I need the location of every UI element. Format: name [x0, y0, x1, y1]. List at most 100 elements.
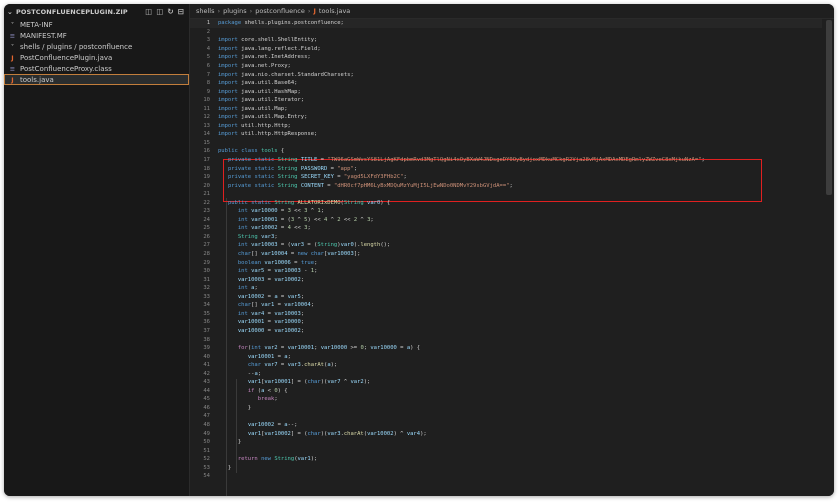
- line-number: 19: [203, 174, 210, 181]
- line-number: 9: [206, 88, 210, 95]
- tree-item[interactable]: ˅ shells / plugins / postconfluence: [4, 41, 189, 52]
- explorer-header[interactable]: ⌄ POSTCONFLUENCEPLUGIN.ZIP ◫ ◫ ↻ ⊟: [4, 4, 189, 19]
- line-number: 25: [203, 225, 210, 232]
- line-number: 13: [203, 122, 210, 129]
- line-number: 49: [203, 430, 210, 437]
- line-number: 15: [203, 139, 210, 146]
- code-text: int var10003 = (var3 = (String)var0).len…: [237, 242, 391, 249]
- code-line: 7 import java.nio.charset.StandardCharset…: [190, 70, 822, 79]
- breadcrumb-item-postconfluence[interactable]: postconfluence: [255, 7, 305, 15]
- code-text: var1[var10002] = (char)(var3.charAt(var1…: [247, 430, 427, 437]
- code-line: 43 var1[var10001] = (char)(var7 ^ var2);: [190, 378, 822, 387]
- tree-item-label: MANIFEST.MF: [20, 31, 67, 40]
- code-text: public static String ALLATORIxDEMO(Strin…: [227, 199, 391, 206]
- line-number: 10: [203, 97, 210, 104]
- line-number: 33: [203, 293, 210, 300]
- code-text: if (a < 0) {: [247, 387, 288, 394]
- code-line: 3 import core.shell.ShellEntity;: [190, 36, 822, 45]
- line-number: 34: [203, 302, 210, 309]
- code-line: 47: [190, 412, 822, 421]
- line-number: 23: [203, 208, 210, 215]
- code-editor[interactable]: 1 package shells.plugins.postconfluence; 2…: [190, 19, 822, 496]
- code-text: import core.shell.ShellEntity;: [218, 37, 318, 44]
- line-number: 11: [203, 105, 210, 112]
- line-number: 27: [203, 242, 210, 249]
- tree-item-label: META-INF: [20, 20, 53, 29]
- line-number: 21: [203, 191, 210, 198]
- code-text: private static String SECRET_KEY = "yagd…: [227, 174, 407, 181]
- chevron-right-icon: ›: [307, 7, 311, 15]
- manifest-file-icon: ≡: [9, 31, 16, 40]
- code-line: 53 }: [190, 463, 822, 472]
- code-text: String var3;: [237, 233, 278, 240]
- code-text: import java.util.Map;: [218, 105, 288, 112]
- code-text: for(int var2 = var10001; var10000 >= 0; …: [237, 345, 421, 352]
- code-text: int a;: [237, 285, 258, 292]
- line-number: 2: [206, 28, 210, 35]
- code-line: 35 int var4 = var10003;: [190, 310, 822, 319]
- breadcrumb-item-shells[interactable]: shells: [196, 7, 215, 15]
- code-line: 32 int a;: [190, 284, 822, 293]
- code-line: 27 int var10003 = (var3 = (String)var0).…: [190, 241, 822, 250]
- line-number: 32: [203, 285, 210, 292]
- code-text: import java.nio.charset.StandardCharsets…: [218, 71, 354, 78]
- code-text: }: [218, 464, 232, 471]
- line-number: 24: [203, 216, 210, 223]
- code-text: public class tools {: [218, 148, 285, 155]
- code-line: 39 for(int var2 = var10001; var10000 >= …: [190, 344, 822, 353]
- code-line: 44 if (a < 0) {: [190, 387, 822, 396]
- code-line: 30 int var5 = var10003 - 1;: [190, 267, 822, 276]
- breadcrumb-item-plugins[interactable]: plugins: [223, 7, 247, 15]
- code-line: 50 }: [190, 438, 822, 447]
- class-file-icon: ≡: [9, 64, 16, 73]
- line-number: 7: [206, 71, 210, 78]
- code-line: 26 String var3;: [190, 233, 822, 242]
- code-text: int var10002 = 4 << 3;: [237, 225, 311, 232]
- tree-item[interactable]: J PostConfluencePlugin.java: [4, 52, 189, 63]
- code-text: import java.util.Map.Entry;: [218, 114, 308, 121]
- code-line: 23 int var10000 = 3 << 3 ^ 1;: [190, 207, 822, 216]
- chevron-down-icon[interactable]: ⌄: [7, 8, 16, 16]
- code-text: import util.http.HttpResponse;: [218, 131, 318, 138]
- code-text: var10003 = var10002;: [237, 276, 305, 283]
- collapse-all-icon[interactable]: ⊟: [178, 7, 184, 16]
- line-number: 26: [203, 233, 210, 240]
- breadcrumb: shells › plugins › postconfluence › J to…: [190, 4, 834, 19]
- line-number: 12: [203, 114, 210, 121]
- code-line: 34 char[] var1 = var10004;: [190, 301, 822, 310]
- line-number: 53: [203, 464, 210, 471]
- code-line: 14 import util.http.HttpResponse;: [190, 130, 822, 139]
- new-folder-icon[interactable]: ◫: [156, 7, 163, 16]
- code-text: var10002 = a--;: [247, 421, 298, 428]
- breadcrumb-item-file[interactable]: tools.java: [319, 7, 350, 15]
- code-text: var10002 = a = var5;: [237, 293, 305, 300]
- refresh-icon[interactable]: ↻: [167, 7, 173, 16]
- new-file-icon[interactable]: ◫: [145, 7, 152, 16]
- code-text: import util.http.Http;: [218, 122, 291, 129]
- code-text: char[] var1 = var10004;: [237, 302, 315, 309]
- code-text: break;: [257, 396, 278, 403]
- line-number: 14: [203, 131, 210, 138]
- tree-item[interactable]: ≡ MANIFEST.MF: [4, 30, 189, 41]
- code-line: 40 var10001 = a;: [190, 352, 822, 361]
- line-number: 52: [203, 456, 210, 463]
- tree-item[interactable]: Jtools.java: [4, 74, 189, 85]
- code-text: import java.util.HashMap;: [218, 88, 301, 95]
- code-line: 16 public class tools {: [190, 147, 822, 156]
- code-line: 45 break;: [190, 395, 822, 404]
- code-line: 13 import util.http.Http;: [190, 122, 822, 131]
- line-number: 46: [203, 404, 210, 411]
- tree-item-label: tools.java: [20, 75, 54, 84]
- line-number: 41: [203, 362, 210, 369]
- editor-scrollbar[interactable]: [826, 20, 832, 195]
- code-line: 5 import java.net.InetAddress;: [190, 53, 822, 62]
- line-number: 48: [203, 421, 210, 428]
- tree-item[interactable]: ˅ META-INF: [4, 19, 189, 30]
- tree-item-label: PostConfluenceProxy.class: [20, 64, 112, 73]
- tree-item-label: shells / plugins / postconfluence: [20, 42, 133, 51]
- code-text: char[] var10004 = new char[var10003];: [237, 251, 361, 258]
- line-number: 43: [203, 379, 210, 386]
- code-line: 31 var10003 = var10002;: [190, 275, 822, 284]
- tree-item[interactable]: ≡ PostConfluenceProxy.class: [4, 63, 189, 74]
- code-line: 54: [190, 472, 822, 481]
